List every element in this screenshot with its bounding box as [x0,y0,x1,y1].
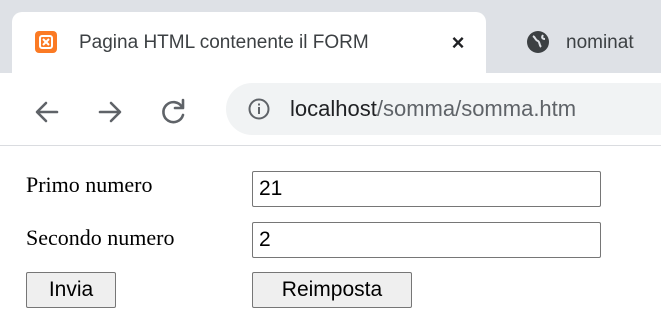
url-text[interactable]: localhost/somma/somma.htm [290,93,661,125]
second-number-label: Secondo numero [26,225,175,250]
forward-arrow-icon[interactable] [93,95,127,129]
globe-icon[interactable] [526,30,550,54]
tab-title[interactable]: Pagina HTML contenente il FORM [79,28,439,58]
tab-title-fade [400,24,440,62]
back-arrow-icon[interactable] [30,95,64,129]
reload-icon[interactable] [157,95,191,129]
tab-title-secondary[interactable]: nominat [566,28,661,58]
close-icon[interactable]: × [446,28,470,58]
submit-button[interactable]: Invia [26,272,116,308]
reset-button[interactable]: Reimposta [252,272,412,308]
second-number-input[interactable]: 2 [252,222,601,258]
first-number-label: Primo numero [26,172,153,197]
url-host: localhost [290,96,377,121]
first-number-input[interactable]: 21 [252,171,601,207]
info-icon[interactable] [248,98,270,120]
xampp-icon [35,31,57,53]
url-path: /somma/somma.htm [376,96,577,121]
